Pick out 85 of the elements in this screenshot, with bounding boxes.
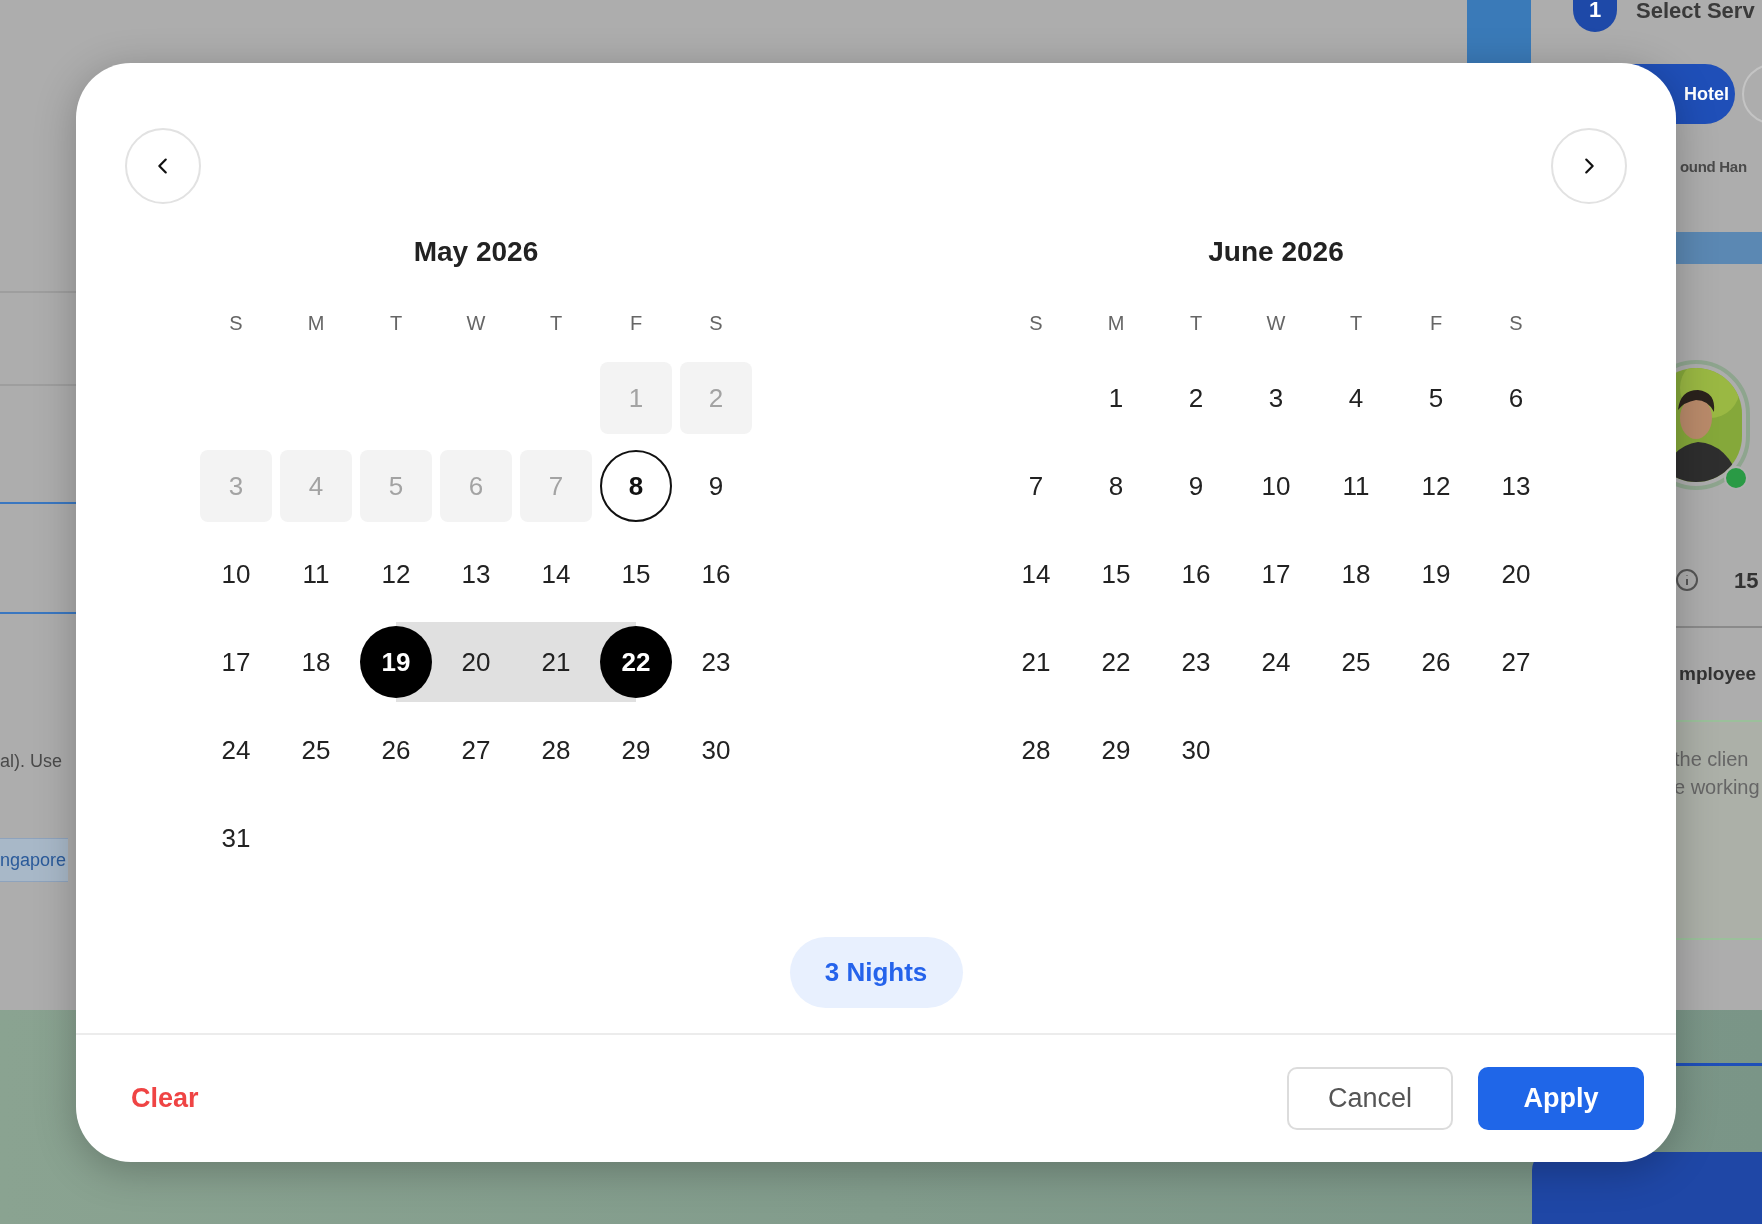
next-month-button[interactable]: [1551, 128, 1627, 204]
weekday-label: S: [709, 311, 723, 336]
calendar-day[interactable]: 19: [1400, 538, 1472, 610]
calendar-day[interactable]: 28: [1000, 714, 1072, 786]
weekday-label: W: [466, 311, 486, 336]
calendar-day[interactable]: 19: [360, 626, 432, 698]
calendar-day[interactable]: 21: [520, 626, 592, 698]
info-icon: [1675, 568, 1699, 592]
nights-badge: 3 Nights: [789, 937, 963, 1008]
clear-button[interactable]: Clear: [131, 1078, 199, 1119]
calendar-day[interactable]: 30: [680, 714, 752, 786]
calendar-day[interactable]: 21: [1000, 626, 1072, 698]
weekday-label: T: [549, 311, 563, 336]
calendar-day[interactable]: 26: [1400, 626, 1472, 698]
calendar-day[interactable]: 11: [280, 538, 352, 610]
weekday-label: M: [1107, 311, 1125, 336]
weekday-label: S: [229, 311, 243, 336]
description-text: the clien: [1674, 747, 1749, 772]
calendar-day[interactable]: 10: [1240, 450, 1312, 522]
calendar-day[interactable]: 26: [360, 714, 432, 786]
calendar-day[interactable]: 24: [200, 714, 272, 786]
weekday-label: T: [389, 311, 403, 336]
calendar-day[interactable]: 23: [680, 626, 752, 698]
calendar-day[interactable]: 28: [520, 714, 592, 786]
section-title: mployee: [1679, 662, 1757, 686]
apply-button[interactable]: Apply: [1478, 1067, 1644, 1130]
calendar-day[interactable]: 16: [680, 538, 752, 610]
calendar-day[interactable]: 17: [200, 626, 272, 698]
weekday-label: F: [629, 311, 643, 336]
month-title: June 2026: [1208, 238, 1344, 266]
calendar-day[interactable]: 31: [200, 802, 272, 874]
calendar-day[interactable]: 18: [280, 626, 352, 698]
previous-month-button[interactable]: [125, 128, 201, 204]
background-value: 15: [1734, 567, 1759, 595]
calendar-day[interactable]: 9: [680, 450, 752, 522]
calendar-day[interactable]: 16: [1160, 538, 1232, 610]
calendar-day[interactable]: 17: [1240, 538, 1312, 610]
calendar-day[interactable]: 8: [1080, 450, 1152, 522]
step-number: 1: [1573, 0, 1617, 32]
calendar-day[interactable]: 14: [520, 538, 592, 610]
calendar-day[interactable]: 10: [200, 538, 272, 610]
calendar-day[interactable]: 20: [1480, 538, 1552, 610]
calendar-day[interactable]: 12: [360, 538, 432, 610]
weekday-label: S: [1029, 311, 1043, 336]
calendar-day[interactable]: 25: [280, 714, 352, 786]
location-tag: ngapore: [0, 838, 69, 882]
calendar-day[interactable]: 20: [440, 626, 512, 698]
calendar-day[interactable]: 7: [1000, 450, 1072, 522]
calendar-day[interactable]: 4: [1320, 362, 1392, 434]
calendar-day[interactable]: 22: [1080, 626, 1152, 698]
weekday-label: T: [1349, 311, 1363, 336]
calendar-day[interactable]: 1: [1080, 362, 1152, 434]
weekday-label: W: [1266, 311, 1286, 336]
calendar-day[interactable]: 5: [1400, 362, 1472, 434]
calendar-day[interactable]: 2: [1160, 362, 1232, 434]
calendar-day[interactable]: 24: [1240, 626, 1312, 698]
weekday-label: S: [1509, 311, 1523, 336]
calendar-day[interactable]: 15: [600, 538, 672, 610]
calendar-day[interactable]: 25: [1320, 626, 1392, 698]
calendar-day[interactable]: 13: [440, 538, 512, 610]
calendar-day[interactable]: 22: [600, 626, 672, 698]
weekday-label: F: [1429, 311, 1443, 336]
calendar-day[interactable]: 23: [1160, 626, 1232, 698]
month-title: May 2026: [413, 238, 539, 266]
calendar-day[interactable]: 15: [1080, 538, 1152, 610]
calendar-day[interactable]: 29: [600, 714, 672, 786]
calendar-day[interactable]: 27: [440, 714, 512, 786]
background-text: al). Use: [0, 750, 62, 773]
calendar-day[interactable]: 6: [1480, 362, 1552, 434]
calendar-day[interactable]: 30: [1160, 714, 1232, 786]
calendar-day[interactable]: 14: [1000, 538, 1072, 610]
calendar-day[interactable]: 18: [1320, 538, 1392, 610]
step-title: Select Serv: [1636, 0, 1755, 25]
calendar-day[interactable]: 3: [1240, 362, 1312, 434]
weekday-label: M: [307, 311, 325, 336]
calendar-day[interactable]: 12: [1400, 450, 1472, 522]
calendar-day[interactable]: 27: [1480, 626, 1552, 698]
calendar-day[interactable]: 8: [600, 450, 672, 522]
subtab-label: ound Han: [1680, 157, 1747, 177]
calendar-day[interactable]: 29: [1080, 714, 1152, 786]
cancel-button[interactable]: Cancel: [1287, 1067, 1453, 1130]
calendar-day[interactable]: 11: [1320, 450, 1392, 522]
weekday-label: T: [1189, 311, 1203, 336]
calendar-day[interactable]: 13: [1480, 450, 1552, 522]
calendar-day[interactable]: 9: [1160, 450, 1232, 522]
